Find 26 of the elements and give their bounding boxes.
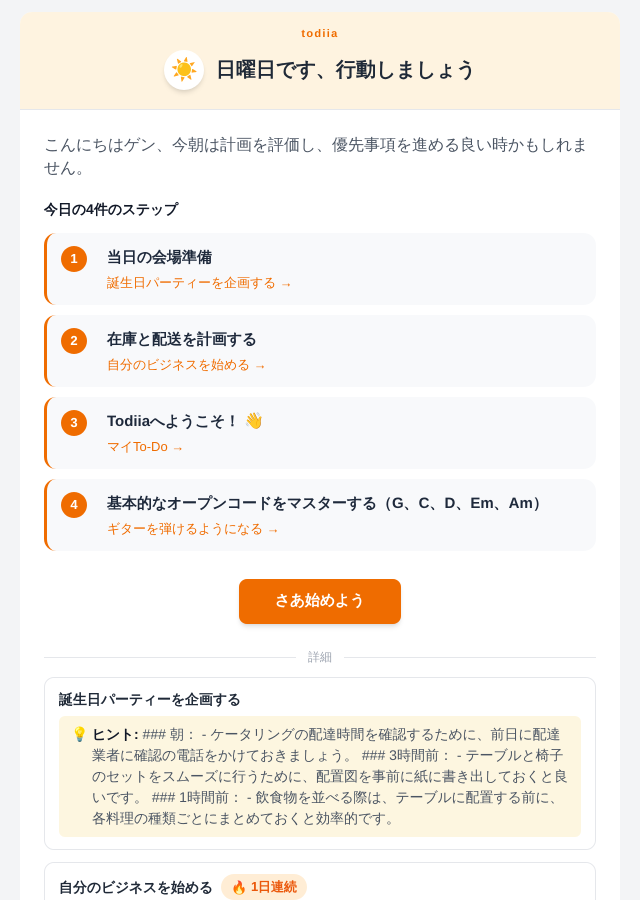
start-button[interactable]: さあ始めよう [239,579,401,624]
step-title: 在庫と配送を計画する [107,330,257,350]
goal-link[interactable]: 誕生日パーティーを企画する → [107,274,293,292]
step-title: 基本的なオープンコードをマスターする（G、C、D、Em、Am） [107,494,548,514]
divider-label: 詳細 [308,649,332,665]
brand-name: todiia [301,27,339,42]
waving-hand-icon: 👋 [244,414,264,430]
hint-text: ヒント: ### 朝： - ケータリングの配達時間を確認するために、前日に配達業者に確認の電話をかけておきましょう。 ### 3時間前： - テーブルと椅子のセットをスムーズに行うために、配置図を事前に紙に書き出しておくと良いです。 ### 1時間前： - 飲食物を並べる際は、テーブルに配置する前に、各料理の種類ごとにまとめておくと効率的です。 [92,725,569,828]
step-number: 2 [61,328,87,354]
sun-icon: ☀ [164,50,204,90]
detail-title: 誕生日パーティーを企画する [59,690,241,709]
goal-link[interactable]: ギターを弾けるようになる → [107,520,280,538]
step-number: 3 [61,410,87,436]
header-title: 日曜日です、行動しましょう [216,58,476,83]
step-number: 4 [61,492,87,518]
step-title: Todiiaへようこそ！ [107,412,240,432]
lightbulb-icon: 💡 [71,724,88,745]
fire-icon: 🔥 [231,880,247,894]
intro-text: こんにちはゲン、今朝は計画を評価し、優先事項を進める良い時かもしれません。 [44,136,589,179]
streak-label: 1日連続 [251,878,298,896]
step-number: 1 [61,246,87,272]
detail-title: 自分のビジネスを始める [59,878,213,897]
goal-link[interactable]: 自分のビジネスを始める → [107,356,267,374]
step-title: 当日の会場準備 [107,248,212,268]
goal-link[interactable]: マイTo-Do → [107,438,184,456]
steps-heading: 今日の4件のステップ [44,200,180,219]
